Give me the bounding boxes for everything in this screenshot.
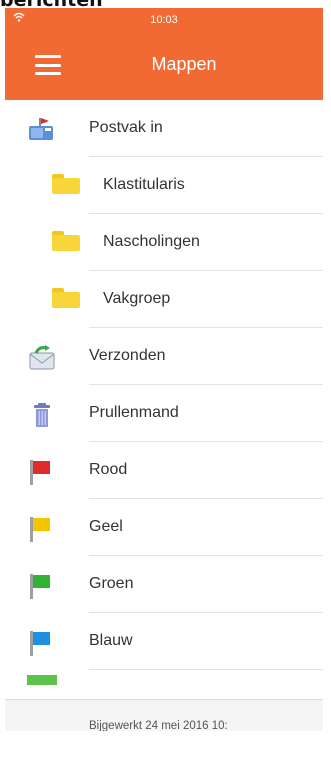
status-bar: 10:03 [5, 8, 323, 32]
sync-status-text: Bijgewerkt 24 mei 2016 10: [89, 720, 228, 731]
folder-label: Nascholingen [103, 233, 200, 250]
folder-label: Verzonden [89, 347, 166, 364]
folder-item-verzonden[interactable]: Verzonden [5, 328, 323, 385]
folder-icon [52, 231, 80, 251]
folder-label: Postvak in [89, 119, 163, 136]
red-flag-icon [27, 459, 51, 485]
blue-flag-icon [27, 630, 51, 656]
folder-label: Prullenmand [89, 404, 179, 421]
phone-screen: 10:03 Mappen Postvak in Klastitularis Na… [5, 8, 323, 731]
nav-bar: Mappen [5, 32, 323, 100]
inbox-mailbox-icon [27, 117, 57, 148]
folder-label: Klastitularis [103, 176, 185, 193]
folder-item-prullenmand[interactable]: Prullenmand [5, 385, 323, 442]
folder-list: Postvak in Klastitularis Nascholingen Va… [5, 100, 323, 727]
sent-envelope-icon [27, 345, 57, 376]
status-time: 10:03 [150, 14, 178, 26]
folder-icon [52, 288, 80, 308]
folder-label: Geel [89, 518, 123, 535]
green-folder-icon [27, 672, 57, 690]
folder-item-rood[interactable]: Rood [5, 442, 323, 499]
green-flag-icon [27, 573, 51, 599]
folder-label: Groen [89, 575, 134, 592]
folder-item-groen[interactable]: Groen [5, 556, 323, 613]
trash-icon [27, 402, 57, 433]
folder-icon [52, 174, 80, 194]
page-title: Mappen [151, 54, 217, 74]
folder-label: Rood [89, 461, 128, 478]
folder-item-postvak-in[interactable]: Postvak in [5, 100, 323, 157]
folder-item-klastitularis[interactable]: Klastitularis [5, 157, 323, 214]
folder-label: Vakgroep [103, 290, 171, 307]
bottom-toolbar: Bijgewerkt 24 mei 2016 10: [5, 699, 323, 731]
yellow-flag-icon [27, 516, 51, 542]
folder-item-vakgroep[interactable]: Vakgroep [5, 271, 323, 328]
folder-label: Blauw [89, 632, 133, 649]
folder-item-geel[interactable]: Geel [5, 499, 323, 556]
folder-item-blauw[interactable]: Blauw [5, 613, 323, 670]
folder-item-nascholingen[interactable]: Nascholingen [5, 214, 323, 271]
